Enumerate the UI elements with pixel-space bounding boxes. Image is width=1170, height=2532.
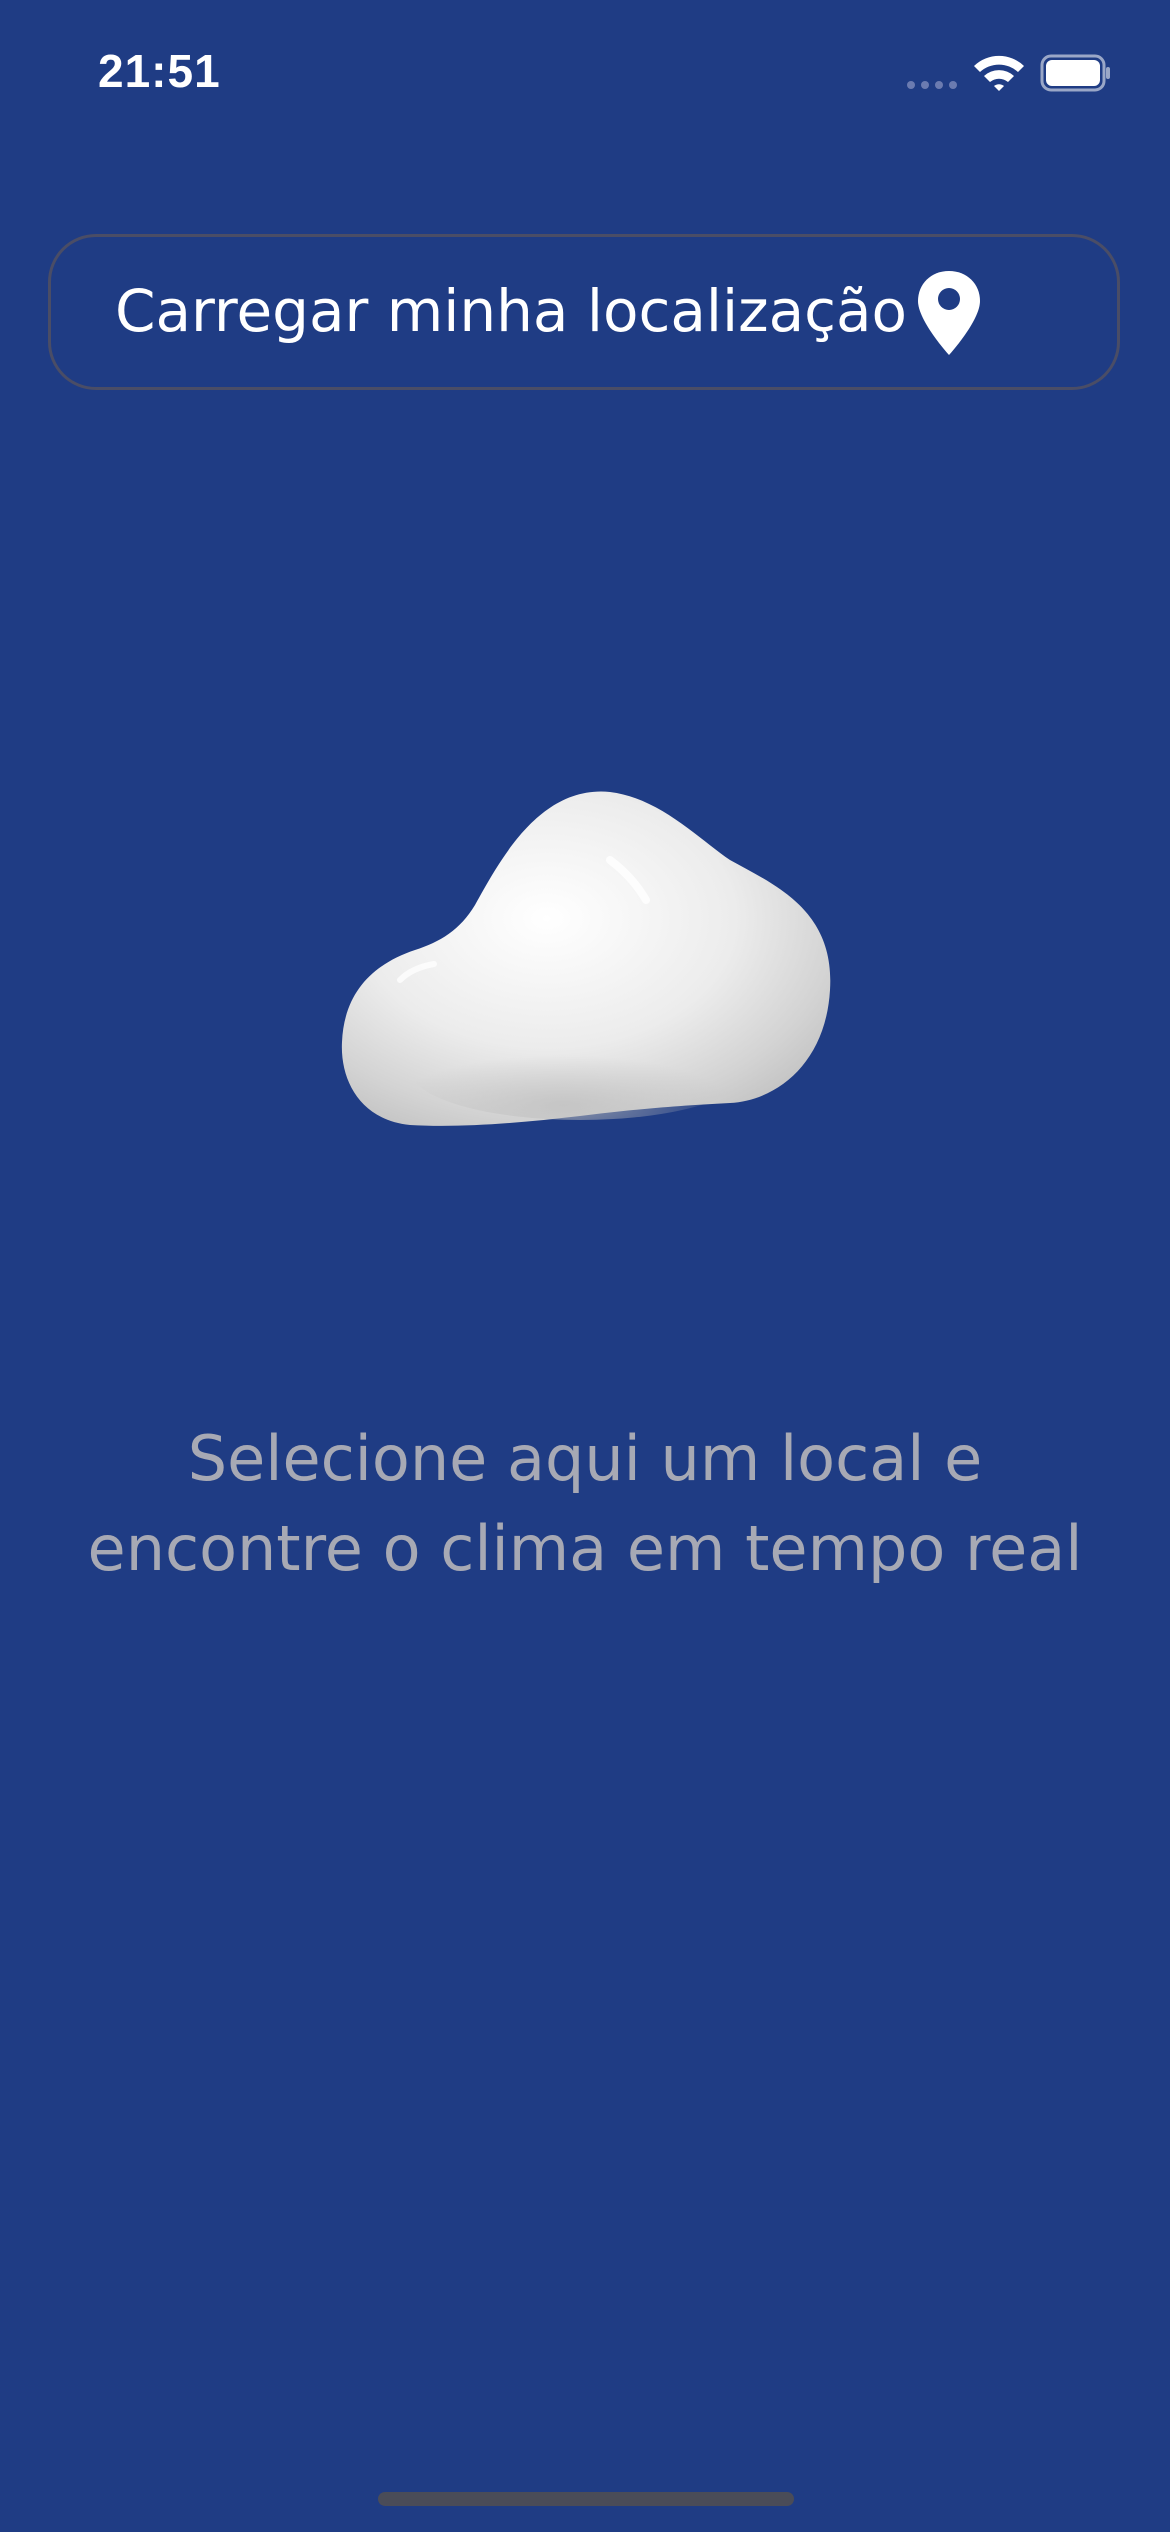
battery-icon bbox=[1040, 54, 1110, 92]
wifi-icon bbox=[974, 55, 1024, 91]
tagline-line-2: encontre o clima em tempo real bbox=[87, 1512, 1083, 1585]
cloud-icon bbox=[341, 791, 831, 1126]
status-bar: 21:51 bbox=[0, 0, 1170, 150]
tagline-text: Selecione aqui um local e encontre o cli… bbox=[0, 1414, 1170, 1594]
signal-dots-icon bbox=[907, 81, 957, 89]
load-location-label: Carregar minha localização bbox=[115, 277, 908, 345]
tagline-line-1: Selecione aqui um local e bbox=[187, 1422, 983, 1495]
map-pin-icon bbox=[918, 271, 980, 355]
status-time: 21:51 bbox=[98, 45, 221, 97]
home-indicator[interactable] bbox=[378, 2492, 794, 2506]
load-location-button[interactable]: Carregar minha localização bbox=[48, 234, 1120, 390]
